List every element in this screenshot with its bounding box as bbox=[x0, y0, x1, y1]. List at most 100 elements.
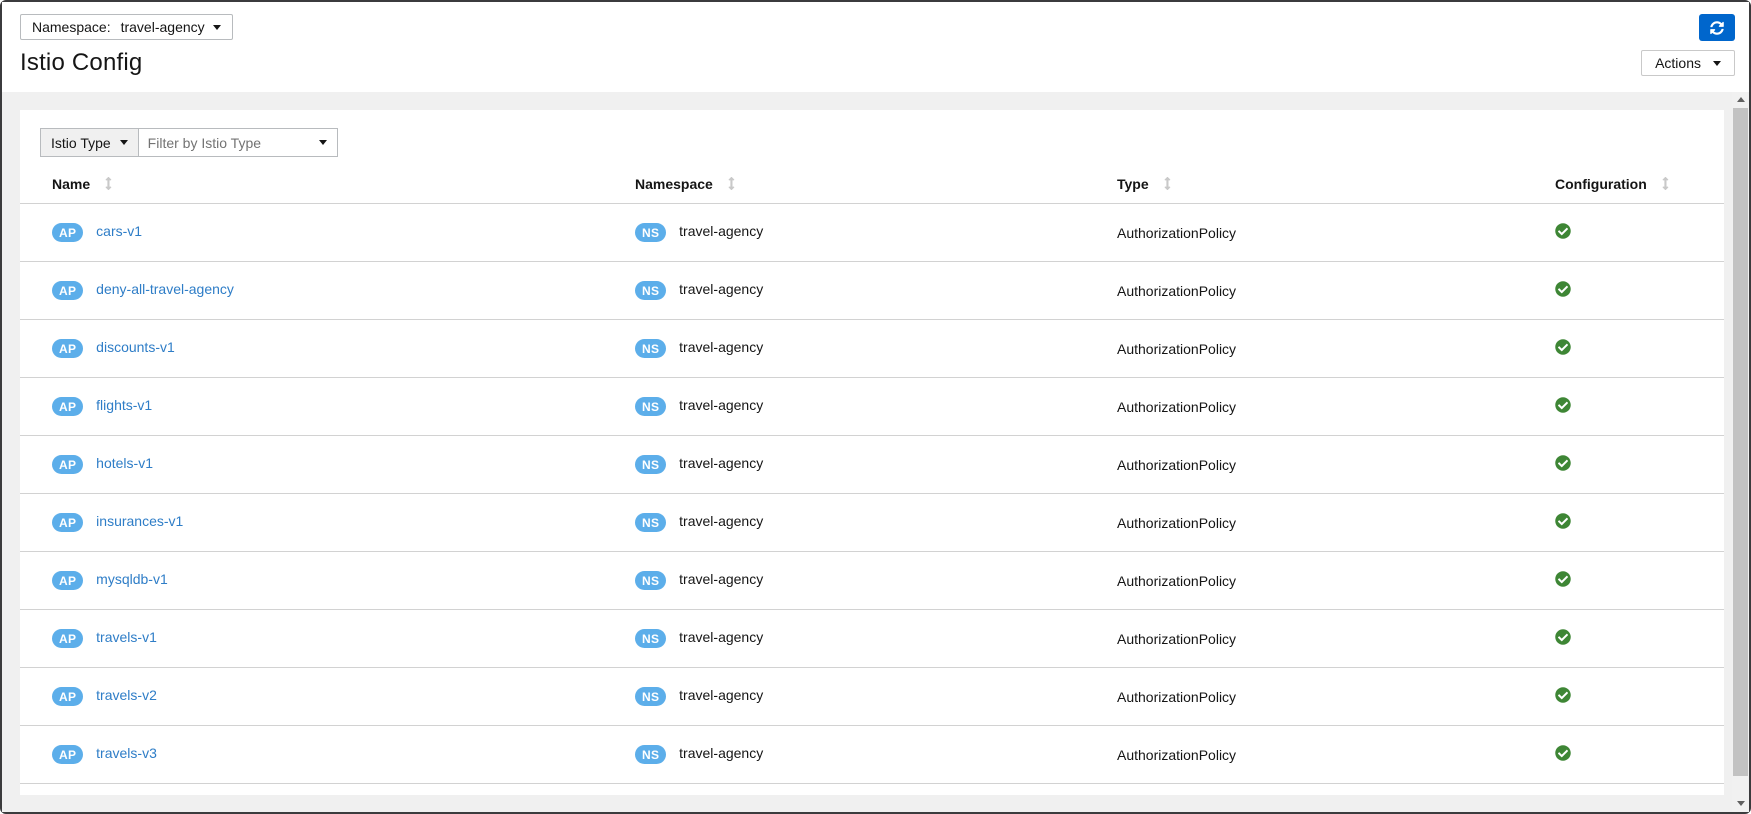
namespace-badge: NS bbox=[635, 281, 667, 300]
istio-config-table: Name Namespace Type Configuration AP car… bbox=[20, 166, 1724, 784]
namespace-selector-value: travel-agency bbox=[120, 19, 205, 35]
valid-config-check-icon bbox=[1555, 223, 1571, 239]
config-name-link[interactable]: cars-v1 bbox=[96, 223, 142, 239]
namespace-value: travel-agency bbox=[679, 455, 764, 472]
sort-icon[interactable] bbox=[1164, 176, 1171, 193]
config-name-link[interactable]: travels-v1 bbox=[96, 629, 157, 645]
valid-config-check-icon bbox=[1555, 513, 1571, 529]
type-value: AuthorizationPolicy bbox=[1117, 282, 1237, 299]
valid-config-check-icon bbox=[1555, 571, 1571, 587]
namespace-badge: NS bbox=[635, 513, 667, 532]
scroll-down-button[interactable] bbox=[1732, 796, 1749, 811]
istio-type-badge: AP bbox=[52, 397, 84, 416]
namespace-selector-label: Namespace: bbox=[32, 19, 111, 35]
config-name-link[interactable]: travels-v2 bbox=[96, 687, 157, 703]
istio-type-badge: AP bbox=[52, 455, 84, 474]
type-value: AuthorizationPolicy bbox=[1117, 340, 1237, 357]
scroll-up-icon bbox=[1736, 97, 1745, 102]
istio-type-badge: AP bbox=[52, 223, 84, 242]
table-row: AP hotels-v1 NS travel-agency Authorizat… bbox=[20, 435, 1724, 494]
istio-type-badge: AP bbox=[52, 339, 84, 358]
config-name-link[interactable]: deny-all-travel-agency bbox=[96, 281, 234, 297]
namespace-value: travel-agency bbox=[679, 339, 764, 356]
chevron-down-icon bbox=[119, 140, 128, 145]
table-row: AP deny-all-travel-agency NS travel-agen… bbox=[20, 261, 1724, 320]
namespace-badge: NS bbox=[635, 687, 667, 706]
namespace-value: travel-agency bbox=[679, 571, 764, 588]
type-value: AuthorizationPolicy bbox=[1117, 514, 1237, 531]
namespace-value: travel-agency bbox=[679, 281, 764, 298]
istio-type-dropdown[interactable]: Istio Type bbox=[40, 128, 139, 157]
istio-config-card: Istio Type Name Namespace bbox=[20, 110, 1724, 795]
namespace-badge: NS bbox=[635, 629, 667, 648]
scroll-up-button[interactable] bbox=[1732, 92, 1749, 107]
filter-input[interactable] bbox=[137, 128, 338, 157]
sort-icon[interactable] bbox=[105, 176, 112, 193]
column-header-configuration[interactable]: Configuration bbox=[1523, 166, 1724, 204]
type-value: AuthorizationPolicy bbox=[1117, 572, 1237, 589]
column-header-type[interactable]: Type bbox=[1085, 166, 1523, 204]
filter-toolbar: Istio Type bbox=[20, 128, 1724, 157]
valid-config-check-icon bbox=[1555, 745, 1571, 761]
valid-config-check-icon bbox=[1555, 281, 1571, 297]
vertical-scrollbar[interactable] bbox=[1732, 92, 1749, 812]
namespace-badge: NS bbox=[635, 223, 667, 242]
scroll-down-icon bbox=[1736, 801, 1745, 806]
namespace-badge: NS bbox=[635, 745, 667, 764]
namespace-value: travel-agency bbox=[679, 687, 764, 704]
namespace-badge: NS bbox=[635, 339, 667, 358]
config-name-link[interactable]: discounts-v1 bbox=[96, 339, 175, 355]
namespace-value: travel-agency bbox=[679, 397, 764, 414]
namespace-selector[interactable]: Namespace: travel-agency bbox=[20, 14, 233, 40]
table-row: AP travels-v2 NS travel-agency Authoriza… bbox=[20, 667, 1724, 726]
istio-config-table-body: AP cars-v1 NS travel-agency Authorizatio… bbox=[20, 203, 1724, 784]
page-title: Istio Config bbox=[20, 49, 143, 76]
namespace-badge: NS bbox=[635, 455, 667, 474]
valid-config-check-icon bbox=[1555, 339, 1571, 355]
table-row: AP mysqldb-v1 NS travel-agency Authoriza… bbox=[20, 551, 1724, 610]
actions-dropdown-label: Actions bbox=[1655, 55, 1701, 71]
istio-type-badge: AP bbox=[52, 571, 84, 590]
table-row: AP travels-v1 NS travel-agency Authoriza… bbox=[20, 609, 1724, 668]
namespace-badge: NS bbox=[635, 571, 667, 590]
config-name-link[interactable]: hotels-v1 bbox=[96, 455, 153, 471]
config-name-link[interactable]: insurances-v1 bbox=[96, 513, 183, 529]
column-header-name[interactable]: Name bbox=[20, 166, 603, 204]
valid-config-check-icon bbox=[1555, 397, 1571, 413]
sort-icon[interactable] bbox=[728, 176, 735, 193]
istio-type-badge: AP bbox=[52, 281, 84, 300]
valid-config-check-icon bbox=[1555, 629, 1571, 645]
namespace-badge: NS bbox=[635, 397, 667, 416]
namespace-value: travel-agency bbox=[679, 745, 764, 762]
refresh-button[interactable] bbox=[1699, 14, 1735, 41]
valid-config-check-icon bbox=[1555, 687, 1571, 703]
scrollbar-thumb[interactable] bbox=[1733, 108, 1748, 776]
config-name-link[interactable]: mysqldb-v1 bbox=[96, 571, 168, 587]
table-row: AP discounts-v1 NS travel-agency Authori… bbox=[20, 319, 1724, 378]
type-value: AuthorizationPolicy bbox=[1117, 224, 1237, 241]
filter-chevron-down-icon[interactable] bbox=[318, 140, 327, 145]
namespace-value: travel-agency bbox=[679, 223, 764, 240]
config-name-link[interactable]: flights-v1 bbox=[96, 397, 152, 413]
namespace-value: travel-agency bbox=[679, 629, 764, 646]
chevron-down-icon bbox=[212, 24, 221, 30]
type-value: AuthorizationPolicy bbox=[1117, 630, 1237, 647]
chevron-down-icon bbox=[1713, 60, 1721, 66]
table-row: AP cars-v1 NS travel-agency Authorizatio… bbox=[20, 203, 1724, 262]
config-name-link[interactable]: travels-v3 bbox=[96, 745, 157, 761]
sort-icon[interactable] bbox=[1662, 176, 1669, 193]
namespace-value: travel-agency bbox=[679, 513, 764, 530]
page-header: Namespace: travel-agency Istio Config Ac… bbox=[2, 2, 1749, 92]
type-value: AuthorizationPolicy bbox=[1117, 746, 1237, 763]
istio-type-badge: AP bbox=[52, 629, 84, 648]
type-value: AuthorizationPolicy bbox=[1117, 456, 1237, 473]
column-header-namespace[interactable]: Namespace bbox=[603, 166, 1085, 204]
valid-config-check-icon bbox=[1555, 455, 1571, 471]
istio-type-badge: AP bbox=[52, 687, 84, 706]
table-header-row: Name Namespace Type Configuration bbox=[20, 166, 1724, 204]
istio-type-badge: AP bbox=[52, 745, 84, 764]
type-value: AuthorizationPolicy bbox=[1117, 688, 1237, 705]
table-row: AP travels-v3 NS travel-agency Authoriza… bbox=[20, 725, 1724, 784]
actions-dropdown[interactable]: Actions bbox=[1641, 50, 1735, 76]
istio-type-dropdown-label: Istio Type bbox=[51, 134, 111, 151]
